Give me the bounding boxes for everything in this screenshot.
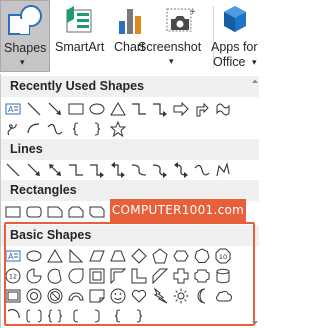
smartart-label: SmartArt [55, 40, 105, 54]
gallery-scrollbar[interactable] [250, 78, 260, 326]
smartart-icon [66, 6, 92, 33]
svg-text:+: + [189, 7, 195, 17]
snip-single-corner-rectangle-shape[interactable] [46, 203, 64, 221]
rectangle-shape[interactable] [67, 100, 85, 118]
scroll-up-arrow-icon [252, 79, 258, 83]
scroll-down-arrow-icon [252, 321, 258, 325]
text-box-shape[interactable]: A [4, 100, 22, 118]
apps-for-office-button[interactable]: Apps for Office ▾ [208, 0, 261, 72]
elbow-connector-shape[interactable] [67, 161, 85, 179]
wave-shape[interactable] [214, 100, 232, 118]
oval-shape[interactable] [88, 100, 106, 118]
apps-label-line1: Apps for [211, 40, 258, 54]
curve-shape[interactable] [193, 161, 211, 179]
curved-double-arrow-connector-shape[interactable] [172, 161, 190, 179]
lines-header: Lines [1, 139, 259, 160]
watermark-label: COMPUTER1001.com [110, 199, 246, 222]
screenshot-button[interactable]: + Screenshot ▾ [134, 0, 212, 72]
rectangles-row [4, 202, 127, 222]
elbow-arrow-connector-shape[interactable] [151, 100, 169, 118]
apps-for-office-icon [224, 6, 246, 32]
lines-row [4, 160, 232, 180]
chevron-down-icon: ▾ [20, 57, 25, 67]
snip-diagonal-corner-rectangle-shape[interactable] [88, 203, 106, 221]
shapes-icon [8, 5, 42, 35]
rounded-rectangle-shape[interactable] [25, 203, 43, 221]
chevron-down-icon: ▾ [169, 56, 174, 66]
line-shape[interactable] [4, 161, 22, 179]
elbow-connector-shape[interactable] [130, 100, 148, 118]
freeform-shape[interactable] [214, 161, 232, 179]
recent-shapes-row-1: A [4, 99, 232, 119]
scribble-shape[interactable] [4, 120, 22, 138]
curved-arrow-connector-shape[interactable] [151, 161, 169, 179]
screenshot-icon: + [166, 7, 195, 32]
chevron-down-icon: ▾ [252, 57, 257, 67]
star-5-point-shape[interactable] [109, 120, 127, 138]
right-brace-shape[interactable] [88, 120, 106, 138]
rectangle-shape[interactable] [4, 203, 22, 221]
arrow-shape[interactable] [25, 161, 43, 179]
recent-shapes-row-2 [4, 119, 127, 139]
arc-shape[interactable] [25, 120, 43, 138]
elbow-double-arrow-connector-shape[interactable] [109, 161, 127, 179]
left-brace-shape[interactable] [67, 120, 85, 138]
elbow-arrow-connector-shape[interactable] [88, 161, 106, 179]
rectangles-header: Rectangles [1, 180, 259, 201]
snip-same-side-corner-rectangle-shape[interactable] [67, 203, 85, 221]
basic-shapes-highlight [4, 222, 255, 326]
svg-text:A: A [8, 105, 14, 114]
curve-shape[interactable] [46, 120, 64, 138]
double-arrow-shape[interactable] [46, 161, 64, 179]
insert-ribbon: Shapes ▾ SmartArt Chart + Screenshot ▾ A… [0, 0, 261, 75]
line-shape[interactable] [25, 100, 43, 118]
triangle-shape[interactable] [109, 100, 127, 118]
shapes-button[interactable]: Shapes ▾ [0, 0, 50, 72]
shapes-label: Shapes [4, 41, 47, 55]
recent-shapes-header: Recently Used Shapes [1, 76, 259, 97]
screenshot-label: Screenshot [138, 40, 202, 54]
curved-connector-shape[interactable] [130, 161, 148, 179]
right-arrow-shape[interactable] [172, 100, 190, 118]
arrow-shape[interactable] [46, 100, 64, 118]
up-turn-arrow-shape[interactable] [193, 100, 211, 118]
apps-label-line2: Office [213, 55, 246, 69]
smartart-button[interactable]: SmartArt [52, 0, 108, 72]
